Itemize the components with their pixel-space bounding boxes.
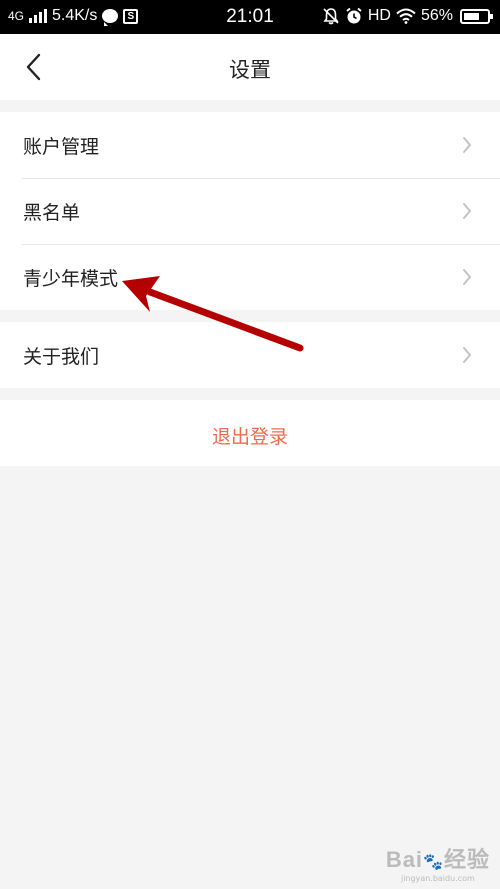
chevron-right-icon bbox=[463, 269, 471, 285]
status-bar: 4G 5.4K/s S 21:01 HD 56% bbox=[0, 0, 500, 34]
logout-label: 退出登录 bbox=[211, 426, 288, 448]
row-label: 青少年模式 bbox=[23, 268, 119, 290]
wifi-icon bbox=[396, 8, 416, 24]
baidu-watermark: Bai🐾经验 jingyan.baidu.com bbox=[386, 842, 490, 883]
battery-percent: 56% bbox=[420, 7, 453, 24]
alarm-icon bbox=[346, 7, 362, 24]
settings-row-blacklist[interactable]: 黑名单 bbox=[0, 178, 500, 244]
mute-bell-icon bbox=[323, 8, 339, 25]
settings-row-account-management[interactable]: 账户管理 bbox=[0, 112, 500, 178]
settings-row-youth-mode[interactable]: 青少年模式 bbox=[0, 244, 500, 310]
logout-section: 退出登录 bbox=[0, 400, 500, 466]
settings-row-about-us[interactable]: 关于我们 bbox=[0, 322, 500, 388]
battery-icon bbox=[460, 8, 493, 24]
settings-group-about: 关于我们 bbox=[0, 322, 500, 388]
chevron-right-icon bbox=[463, 137, 471, 153]
watermark-url: jingyan.baidu.com bbox=[400, 874, 475, 883]
page-title: 设置 bbox=[229, 58, 271, 82]
baidu-jingyan-logo: Bai🐾经验 bbox=[385, 847, 490, 872]
chevron-right-icon bbox=[463, 347, 471, 363]
settings-group-account: 账户管理 黑名单 青少年模式 bbox=[0, 112, 500, 310]
nav-bar: 设置 bbox=[0, 34, 500, 100]
row-label: 关于我们 bbox=[23, 346, 100, 368]
hd-indicator: HD bbox=[367, 7, 391, 24]
row-label: 账户管理 bbox=[23, 136, 100, 158]
status-right: HD 56% bbox=[322, 7, 493, 25]
chevron-right-icon bbox=[463, 203, 471, 219]
logout-button[interactable]: 退出登录 bbox=[0, 400, 500, 466]
row-label: 黑名单 bbox=[23, 202, 81, 224]
